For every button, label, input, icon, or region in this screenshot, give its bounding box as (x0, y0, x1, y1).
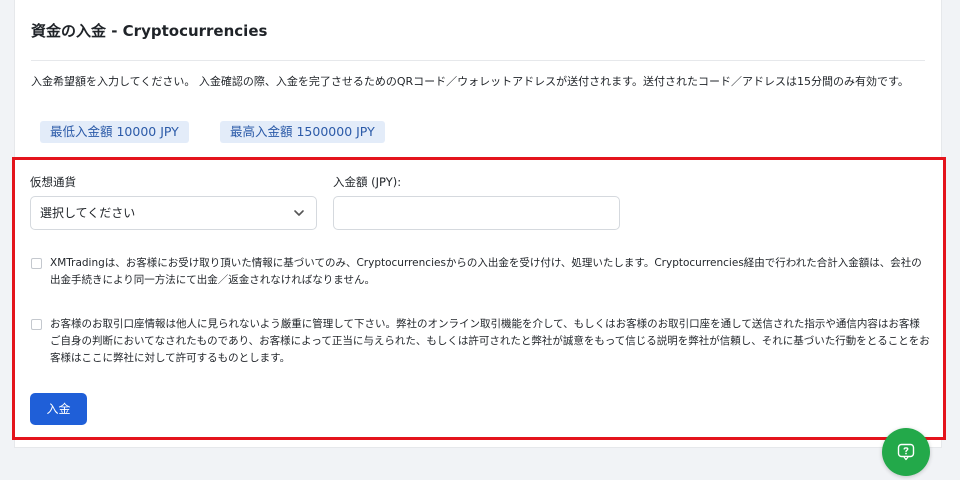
min-deposit-badge: 最低入金額 10000 JPY (40, 121, 189, 143)
chevron-down-icon (294, 210, 304, 216)
agreement-1-checkbox[interactable] (31, 258, 42, 269)
question-bubble-icon (897, 443, 915, 461)
amount-input[interactable] (333, 196, 620, 230)
deposit-form: 仮想通貨 選択してください 入金額 (JPY): XMTradingは、お客様に… (12, 157, 946, 440)
help-chat-button[interactable] (882, 428, 930, 476)
max-deposit-badge: 最高入金額 1500000 JPY (220, 121, 385, 143)
agreement-2-checkbox[interactable] (31, 319, 42, 330)
page-title: 資金の入金 - Cryptocurrencies (31, 22, 268, 40)
deposit-submit-button[interactable]: 入金 (30, 393, 87, 425)
title-divider (31, 60, 925, 61)
amount-label: 入金額 (JPY): (333, 175, 402, 189)
agreement-1-text: XMTradingは、お客様にお受け取り頂いた情報に基づいてのみ、Cryptoc… (50, 257, 922, 286)
instructions-text: 入金希望額を入力してください。 入金確認の際、入金を完了させるためのQRコード／… (31, 75, 909, 88)
currency-select[interactable]: 選択してください (30, 196, 317, 230)
agreement-2-text: お客様のお取引口座情報は他人に見られないよう厳重に管理して下さい。弊社のオンライ… (50, 318, 930, 364)
currency-select-value: 選択してください (40, 206, 136, 220)
currency-label: 仮想通貨 (30, 175, 76, 189)
